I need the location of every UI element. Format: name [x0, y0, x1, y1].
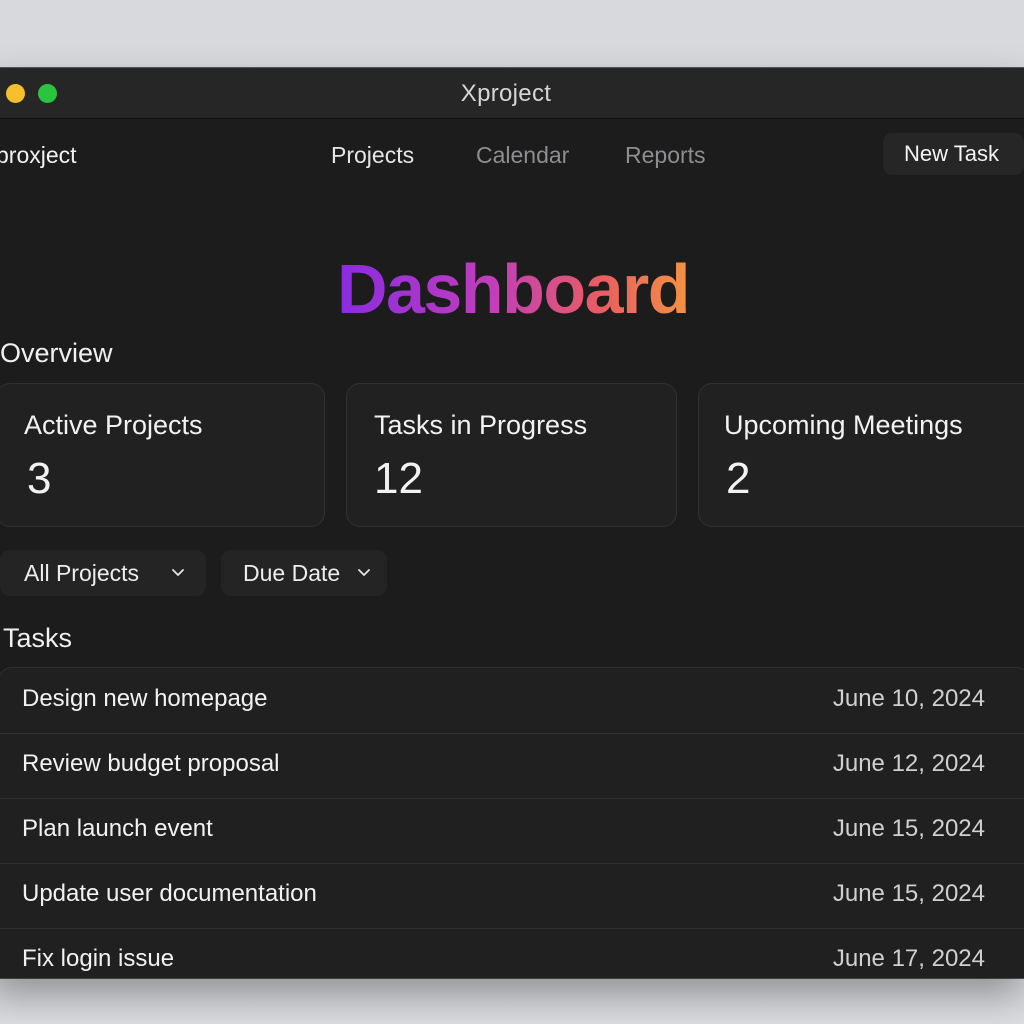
- task-list: Design new homepage June 10, 2024 Review…: [0, 667, 1024, 978]
- new-task-button[interactable]: New Task: [883, 133, 1024, 175]
- project-filter-dropdown[interactable]: All Projects: [0, 550, 206, 596]
- stat-card-label: Upcoming Meetings: [724, 410, 963, 440]
- task-name: Fix login issue: [22, 945, 175, 972]
- due-date-sort-dropdown[interactable]: Due Date: [221, 550, 387, 596]
- tasks-heading: Tasks: [3, 623, 73, 653]
- chevron-down-icon: [358, 569, 370, 576]
- stat-card-value: 12: [374, 454, 423, 503]
- task-due-date: June 15, 2024: [832, 815, 985, 842]
- project-filter-label: All Projects: [24, 560, 140, 586]
- task-due-date: June 10, 2024: [832, 685, 985, 712]
- stat-card-upcoming-meetings[interactable]: Upcoming Meetings 2: [698, 383, 1024, 527]
- task-row[interactable]: Fix login issue June 17, 2024: [0, 928, 1024, 978]
- nav-link-projects[interactable]: Projects: [331, 142, 414, 169]
- due-date-sort-label: Due Date: [243, 560, 341, 586]
- top-navbar: proxject Projects Calendar Reports New T…: [0, 119, 1024, 189]
- task-name: Plan launch event: [22, 815, 213, 842]
- stat-card-tasks-in-progress[interactable]: Tasks in Progress 12: [346, 383, 677, 527]
- desktop-background: Xproject proxject Projects Calendar Repo…: [0, 0, 1024, 1024]
- stat-card-label: Active Projects: [24, 410, 203, 440]
- title-bar[interactable]: Xproject: [0, 68, 1024, 119]
- page-title: Dashboard: [337, 244, 691, 334]
- task-row[interactable]: Design new homepage June 10, 2024: [0, 668, 1024, 734]
- chevron-down-icon: [172, 569, 184, 576]
- task-name: Update user documentation: [22, 880, 317, 907]
- task-row[interactable]: Plan launch event June 15, 2024: [0, 798, 1024, 864]
- window-title: Xproject: [460, 80, 552, 107]
- task-name: Design new homepage: [22, 685, 268, 712]
- task-due-date: June 15, 2024: [832, 880, 985, 907]
- task-row[interactable]: Review budget proposal June 12, 2024: [0, 733, 1024, 799]
- stat-card-active-projects[interactable]: Active Projects 3: [0, 383, 325, 527]
- task-name: Review budget proposal: [22, 750, 280, 777]
- overview-heading: Overview: [0, 338, 113, 368]
- stat-card-value: 2: [726, 454, 751, 503]
- nav-link-calendar[interactable]: Calendar: [476, 142, 569, 169]
- nav-link-reports[interactable]: Reports: [625, 142, 706, 169]
- task-due-date: June 12, 2024: [832, 750, 985, 777]
- task-row[interactable]: Update user documentation June 15, 2024: [0, 863, 1024, 929]
- brand-name[interactable]: proxject: [0, 142, 77, 169]
- app-window: Xproject proxject Projects Calendar Repo…: [0, 68, 1024, 978]
- stat-card-label: Tasks in Progress: [374, 410, 588, 440]
- task-due-date: June 17, 2024: [832, 945, 985, 972]
- hero: Dashboard: [0, 244, 1024, 334]
- stat-card-value: 3: [27, 454, 52, 503]
